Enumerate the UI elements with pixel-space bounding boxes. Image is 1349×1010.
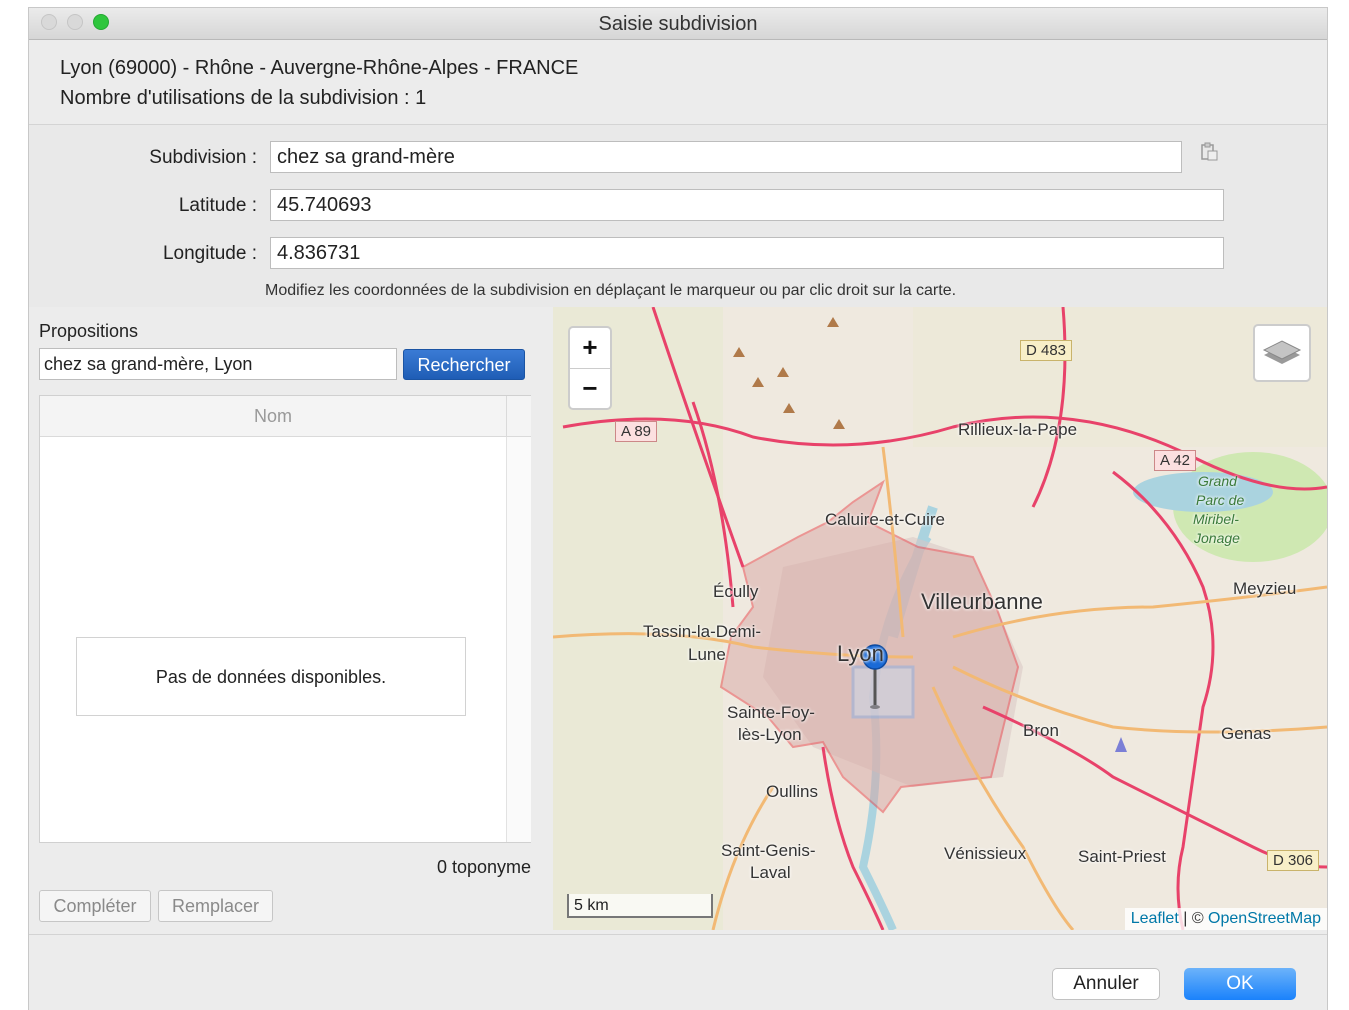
- road-shield-a42: A 42: [1154, 450, 1197, 471]
- road-shield-a89: A 89: [615, 421, 658, 442]
- longitude-field[interactable]: 4.836731: [270, 237, 1224, 269]
- toponym-table: Nom Pas de données disponibles.: [39, 395, 531, 843]
- map-label-miribel-1: Grand: [1198, 473, 1237, 489]
- osm-link[interactable]: OpenStreetMap: [1208, 910, 1321, 927]
- layers-button[interactable]: [1253, 324, 1311, 382]
- map-hint: Modifiez les coordonnées de la subdivisi…: [265, 282, 957, 299]
- location-text: Lyon (69000) - Rhône - Auvergne-Rhône-Al…: [60, 57, 579, 79]
- latitude-field[interactable]: 45.740693: [270, 189, 1224, 221]
- map-label-bron: Bron: [1023, 721, 1059, 740]
- search-button[interactable]: Rechercher: [403, 349, 525, 380]
- map-label-sainte-foy-1: Sainte-Foy-: [727, 703, 815, 722]
- toponym-count: 0 toponyme: [436, 857, 531, 877]
- subdivision-form: Subdivision : chez sa grand-mère Latitud…: [29, 125, 1327, 307]
- window-title: Saisie subdivision: [598, 13, 758, 35]
- map-label-sainte-foy-2: lès-Lyon: [738, 725, 802, 744]
- layers-icon: [1262, 340, 1302, 364]
- attribution-separator: | ©: [1178, 910, 1209, 927]
- road-shield-d306: D 306: [1267, 850, 1320, 871]
- map-label-meyzieu: Meyzieu: [1233, 579, 1297, 598]
- latitude-label: Latitude :: [178, 195, 257, 216]
- map-label-saint-priest: Saint-Priest: [1078, 847, 1166, 866]
- map-label-rillieux: Rillieux-la-Pape: [958, 420, 1078, 439]
- replace-button[interactable]: Remplacer: [158, 890, 273, 922]
- propositions-search-input[interactable]: chez sa grand-mère, Lyon: [39, 348, 397, 380]
- map-label-oullins: Oullins: [766, 782, 818, 801]
- map-label-miribel-4: Jonage: [1194, 530, 1240, 546]
- map-scale: 5 km: [567, 894, 713, 918]
- empty-message: Pas de données disponibles.: [76, 637, 466, 716]
- map-label-venissieux: Vénissieux: [944, 844, 1027, 863]
- usage-text: Nombre d'utilisations de la subdivision …: [60, 87, 427, 109]
- zoom-out-button[interactable]: −: [570, 368, 610, 409]
- map-label-genas: Genas: [1221, 724, 1272, 743]
- cancel-button[interactable]: Annuler: [1052, 968, 1160, 1000]
- table-scrollbar[interactable]: [506, 437, 531, 842]
- info-header: Lyon (69000) - Rhône - Auvergne-Rhône-Al…: [29, 40, 1327, 125]
- map-label-miribel-2: Parc de: [1196, 492, 1245, 508]
- subdivision-label: Subdivision :: [149, 147, 257, 168]
- map-attribution: Leaflet | © OpenStreetMap: [1124, 908, 1327, 930]
- dialog-footer: Annuler OK: [29, 934, 1327, 1010]
- propositions-label: Propositions: [39, 321, 139, 341]
- map-tiles: [553, 307, 1327, 930]
- column-header-spacer: [506, 396, 531, 437]
- map-label-ecully: Écully: [713, 582, 759, 601]
- map-label-saint-genis-2: Laval: [750, 863, 791, 882]
- map-label-tassin-2: Lune: [688, 645, 726, 664]
- clipboard-icon[interactable]: [1199, 142, 1219, 162]
- longitude-label: Longitude :: [162, 243, 257, 264]
- column-header-name[interactable]: Nom: [40, 396, 506, 437]
- map-label-caluire: Caluire-et-Cuire: [825, 510, 945, 529]
- propositions-panel: Propositions chez sa grand-mère, Lyon Re…: [29, 308, 552, 934]
- title-bar: Saisie subdivision: [29, 8, 1327, 40]
- leaflet-link[interactable]: Leaflet: [1131, 910, 1179, 927]
- zoom-control: + −: [568, 326, 612, 410]
- map-label-villeurbanne: Villeurbanne: [921, 589, 1043, 614]
- map-label-miribel-3: Miribel-: [1193, 511, 1239, 527]
- complete-button[interactable]: Compléter: [39, 890, 151, 922]
- map-label-lyon: Lyon: [837, 641, 884, 666]
- road-shield-d483: D 483: [1020, 340, 1073, 361]
- map-label-saint-genis-1: Saint-Genis-: [721, 841, 816, 860]
- subdivision-field[interactable]: chez sa grand-mère: [270, 141, 1182, 173]
- map-view[interactable]: Rillieux-la-Pape Caluire-et-Cuire Villeu…: [553, 307, 1327, 930]
- map-label-tassin-1: Tassin-la-Demi-: [643, 622, 762, 641]
- zoom-in-button[interactable]: +: [570, 328, 610, 368]
- ok-button[interactable]: OK: [1184, 968, 1296, 1000]
- dialog-window: Saisie subdivision Lyon (69000) - Rhône …: [29, 8, 1327, 1010]
